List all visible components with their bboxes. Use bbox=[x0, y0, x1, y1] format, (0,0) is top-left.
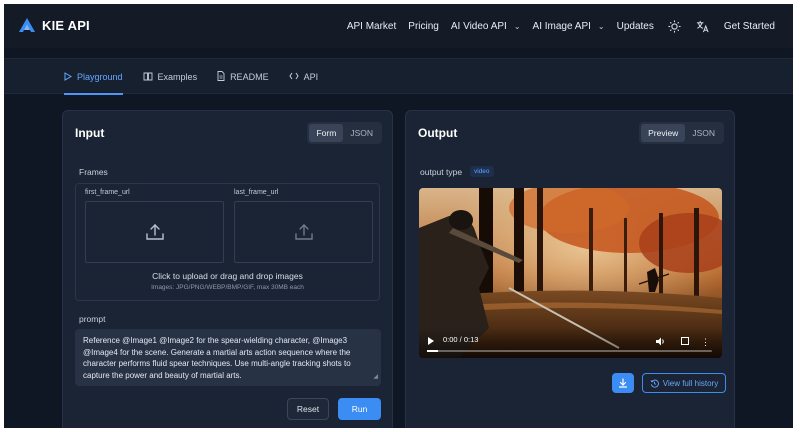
nav-updates-label: Updates bbox=[616, 20, 654, 32]
book-icon bbox=[143, 72, 153, 83]
input-panel: Input Form JSON Frames first_frame_url l… bbox=[62, 110, 393, 428]
tab-playground-label: Playground bbox=[77, 72, 123, 82]
last-frame-upload[interactable] bbox=[234, 201, 373, 263]
play-icon bbox=[64, 71, 72, 83]
tab-playground[interactable]: Playground bbox=[64, 59, 123, 95]
tab-bar: Playground Examples README API bbox=[64, 59, 338, 95]
view-history-button[interactable]: View full history bbox=[642, 373, 726, 393]
upload-icon bbox=[294, 224, 313, 240]
output-mode-toggle: Preview JSON bbox=[639, 122, 724, 144]
dropzone-hint: Images: JPG/PNG/WEBP/BMP/GIF, max 30MB e… bbox=[151, 284, 304, 291]
logo[interactable]: KIE API bbox=[18, 17, 90, 33]
prompt-textarea[interactable]: Reference @Image1 @Image2 for the spear-… bbox=[75, 329, 381, 386]
resize-handle-icon[interactable]: ◢ bbox=[373, 372, 378, 384]
sun-icon[interactable] bbox=[668, 19, 682, 33]
fullscreen-icon[interactable] bbox=[681, 337, 689, 345]
prompt-label: prompt bbox=[79, 314, 106, 324]
tab-readme-label: README bbox=[230, 72, 269, 82]
nav-ai-video-api-label: AI Video API bbox=[450, 20, 507, 32]
frames-label: Frames bbox=[79, 167, 108, 177]
get-started-label: Get Started bbox=[723, 20, 775, 32]
dropzone-text: Click to upload or drag and drop images bbox=[152, 271, 303, 281]
output-type-label: output type bbox=[420, 167, 463, 177]
last-frame-label: last_frame_url bbox=[234, 189, 279, 196]
nav-menu: API Market Pricing AI Video API ⌄ AI Imag… bbox=[335, 4, 775, 48]
output-json-toggle[interactable]: JSON bbox=[685, 124, 722, 142]
logo-icon bbox=[19, 18, 35, 32]
tab-api[interactable]: API bbox=[288, 59, 319, 95]
preview-toggle[interactable]: Preview bbox=[641, 124, 686, 142]
nav-pricing[interactable]: Pricing bbox=[408, 21, 439, 32]
tab-readme[interactable]: README bbox=[217, 59, 269, 95]
history-icon bbox=[650, 379, 659, 388]
nav-api-market-label: API Market bbox=[346, 20, 397, 32]
form-toggle[interactable]: Form bbox=[309, 124, 344, 142]
video-progress-fill bbox=[427, 350, 439, 352]
volume-icon[interactable] bbox=[656, 337, 666, 346]
first-frame-upload[interactable] bbox=[85, 201, 224, 263]
tab-api-label: API bbox=[303, 72, 319, 82]
output-panel: Output Preview JSON output type video 0:… bbox=[405, 110, 735, 428]
brand-name: KIE API bbox=[42, 17, 90, 33]
download-icon bbox=[618, 378, 628, 388]
video-player[interactable]: 0:00 / 0:13 ⋮ bbox=[419, 188, 722, 358]
more-options-icon[interactable]: ⋮ bbox=[701, 338, 710, 347]
first-frame-label: first_frame_url bbox=[85, 189, 130, 196]
tab-examples-label: Examples bbox=[157, 72, 198, 82]
play-icon[interactable] bbox=[428, 337, 434, 345]
tab-examples[interactable]: Examples bbox=[143, 59, 198, 95]
chevron-down-icon: ⌄ bbox=[513, 21, 521, 31]
input-title: Input bbox=[75, 126, 105, 140]
app-window: KIE API API Market Pricing AI Video API ⌄… bbox=[4, 4, 793, 428]
nav-pricing-label: Pricing bbox=[408, 20, 439, 32]
nav-updates[interactable]: Updates bbox=[617, 21, 654, 32]
frames-dropzone[interactable]: first_frame_url last_frame_url Click to … bbox=[75, 183, 380, 301]
nav-api-market[interactable]: API Market bbox=[347, 21, 396, 32]
top-nav: KIE API API Market Pricing AI Video API ⌄… bbox=[4, 4, 793, 48]
prompt-text: Reference @Image1 @Image2 for the spear-… bbox=[83, 336, 351, 380]
video-progress-bar[interactable] bbox=[427, 350, 712, 352]
sub-nav: Playground Examples README API bbox=[4, 58, 793, 95]
output-title: Output bbox=[418, 126, 458, 140]
translate-icon[interactable] bbox=[696, 19, 710, 33]
reset-button[interactable]: Reset bbox=[287, 398, 329, 420]
json-toggle[interactable]: JSON bbox=[343, 124, 380, 142]
get-started-button[interactable]: Get Started bbox=[724, 21, 775, 32]
view-history-label: View full history bbox=[662, 378, 719, 388]
input-mode-toggle: Form JSON bbox=[307, 122, 382, 144]
download-button[interactable] bbox=[612, 373, 634, 393]
nav-ai-image-api[interactable]: AI Image API ⌄ bbox=[533, 21, 605, 32]
output-type-badge: video bbox=[470, 166, 494, 177]
code-icon bbox=[288, 72, 299, 82]
chevron-down-icon: ⌄ bbox=[597, 21, 605, 31]
nav-ai-image-api-label: AI Image API bbox=[532, 20, 591, 32]
upload-icon bbox=[145, 224, 164, 240]
video-time: 0:00 / 0:13 bbox=[443, 335, 479, 344]
document-icon bbox=[217, 71, 225, 83]
run-button[interactable]: Run bbox=[338, 398, 381, 420]
nav-ai-video-api[interactable]: AI Video API ⌄ bbox=[451, 21, 521, 32]
